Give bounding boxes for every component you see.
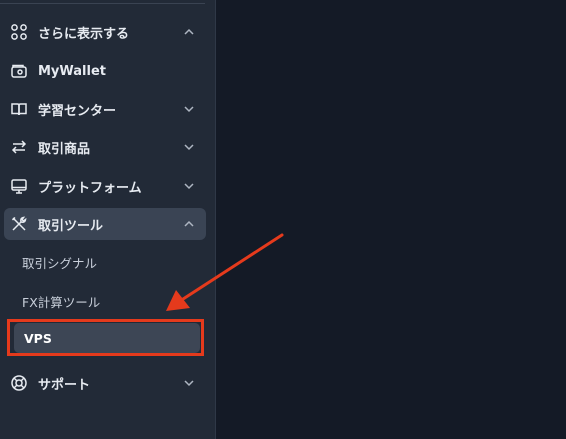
divider (0, 3, 205, 4)
sidebar-item-trading-tools[interactable]: 取引ツール (4, 208, 206, 240)
subitem-label: 取引シグナル (22, 255, 98, 271)
grid-icon (10, 23, 28, 41)
swap-arrows-icon (10, 138, 28, 156)
sidebar-item-support[interactable]: サポート (4, 367, 206, 399)
subitem-label: VPS (24, 330, 52, 346)
sidebar: さらに表示する MyWallet 学習センター 取引商品 プラットフォーム 取引… (0, 0, 216, 439)
sidebar-item-label: プラットフォーム (38, 180, 142, 196)
sidebar-item-platform[interactable]: プラットフォーム (4, 170, 206, 202)
chevron-down-icon[interactable] (182, 140, 196, 154)
sidebar-item-show-more[interactable]: さらに表示する (4, 16, 206, 48)
wallet-icon (10, 62, 28, 80)
sidebar-item-label: MyWallet (38, 63, 107, 79)
monitor-icon (10, 177, 28, 195)
lifebuoy-icon (10, 374, 28, 392)
sidebar-item-label: さらに表示する (38, 26, 130, 42)
sidebar-item-label: 学習センター (38, 103, 117, 119)
subitem-vps[interactable]: VPS (14, 323, 200, 353)
chevron-down-icon[interactable] (182, 376, 196, 390)
sidebar-item-learning-center[interactable]: 学習センター (4, 93, 206, 125)
sidebar-item-label: 取引商品 (38, 141, 91, 157)
subitem-fx-calculator[interactable]: FX計算ツール (12, 286, 202, 316)
sidebar-item-mywallet[interactable]: MyWallet (4, 55, 206, 87)
chevron-down-icon[interactable] (182, 102, 196, 116)
book-icon (10, 100, 28, 118)
sidebar-item-trading-products[interactable]: 取引商品 (4, 131, 206, 163)
chevron-up-icon[interactable] (182, 217, 196, 231)
main-content-area (216, 0, 566, 439)
sidebar-item-label: サポート (38, 377, 91, 393)
subitem-trading-signals[interactable]: 取引シグナル (12, 247, 202, 277)
chevron-up-icon[interactable] (182, 25, 196, 39)
sidebar-item-label: 取引ツール (38, 218, 104, 234)
chevron-down-icon[interactable] (182, 179, 196, 193)
tools-icon (10, 215, 28, 233)
subitem-label: FX計算ツール (22, 294, 101, 310)
